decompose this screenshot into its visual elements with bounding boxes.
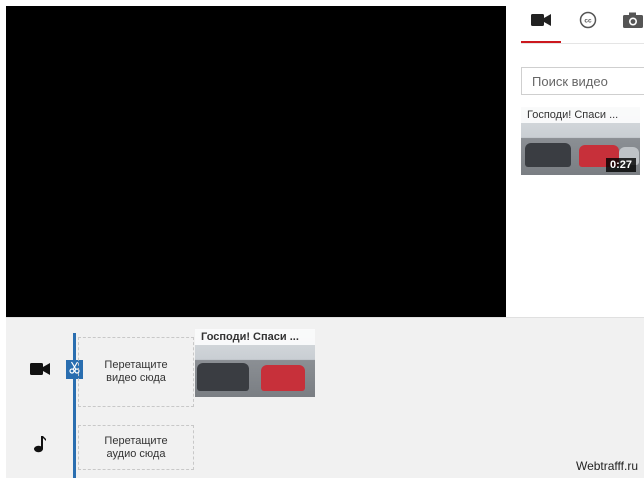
audio-drop-label: Перетащите аудио сюда [104,434,168,460]
playhead[interactable] [73,333,76,478]
video-drop-label: Перетащите видео сюда [104,359,168,384]
timeline-clip[interactable]: Господи! Спаси ... [195,329,315,397]
tab-photos[interactable] [613,0,644,44]
result-duration: 0:27 [605,158,636,172]
watermark: Webtrafff.ru [575,459,638,473]
tab-video[interactable] [521,0,561,44]
video-camera-icon [531,13,551,32]
video-drop-zone[interactable]: Перетащите видео сюда [78,337,194,407]
search-input[interactable] [522,68,644,94]
video-track [28,362,52,380]
video-editor: cc Господи! Спаси ... 0:27 [0,0,644,478]
audio-drop-zone[interactable]: Перетащите аудио сюда [78,425,194,470]
music-note-icon [33,435,47,458]
clip-title: Господи! Спаси ... [195,329,315,345]
search-result-item[interactable]: Господи! Спаси ... 0:27 [521,107,640,175]
tab-captions[interactable]: cc [568,0,608,44]
closed-captions-icon: cc [579,11,597,34]
source-tabs: cc [521,0,644,44]
video-camera-icon [30,362,50,381]
tab-divider [521,43,644,44]
video-preview-player[interactable] [6,6,506,317]
svg-text:cc: cc [584,17,592,24]
timeline: Перетащите видео сюда Перетащите аудио с… [6,317,644,478]
audio-track [30,435,50,458]
video-search-box[interactable] [521,67,644,95]
camera-icon [623,12,643,33]
result-title: Господи! Спаси ... [521,107,640,123]
